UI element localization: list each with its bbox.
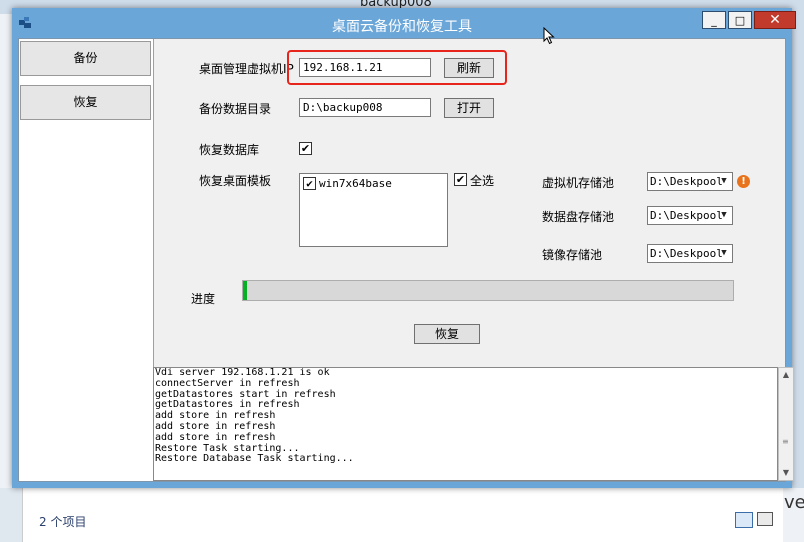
chevron-down-icon[interactable]: ▼ [717, 246, 731, 261]
vm-pool-label: 虚拟机存储池 [542, 176, 615, 190]
window-title: 桌面云备份和恢复工具 [332, 19, 472, 35]
log-scrollbar[interactable]: ▲ ≡ ▼ [778, 367, 794, 481]
image-pool-label: 镜像存储池 [542, 248, 603, 262]
details-view-icon[interactable] [735, 512, 753, 528]
background-status-bar: 2 个项目 [22, 488, 783, 542]
close-icon: ✕ [769, 12, 781, 28]
open-button[interactable]: 打开 [444, 98, 494, 118]
vm-ip-label: 桌面管理虚拟机IP [199, 62, 294, 76]
chevron-down-icon[interactable]: ▼ [717, 208, 731, 223]
log-line: connectServer in refresh [155, 377, 300, 389]
log-line: Restore Database Task starting... [155, 453, 354, 465]
progress-fill [243, 281, 247, 300]
template-item[interactable]: ✔ win7x64base [303, 177, 392, 190]
select-all-label: 全选 [470, 174, 495, 188]
restore-button[interactable]: 恢复 [414, 324, 480, 344]
title-bar[interactable]: 桌面云备份和恢复工具 _ □ ✕ [12, 8, 796, 38]
template-item-name: win7x64base [319, 177, 392, 190]
large-icons-view-icon[interactable] [757, 512, 773, 526]
backup-dir-label: 备份数据目录 [199, 102, 272, 116]
background-partial-text: ve [784, 492, 804, 513]
data-disk-pool-select[interactable]: D:\Deskpool ▼ [647, 206, 733, 225]
chevron-down-icon[interactable]: ▼ [717, 174, 731, 189]
highlight-box [287, 50, 507, 85]
image-pool-select[interactable]: D:\Deskpool ▼ [647, 244, 733, 263]
background-left-pane [0, 488, 22, 542]
scroll-thumb[interactable]: ≡ [782, 438, 790, 446]
nav-panel: 备份 恢复 [19, 39, 154, 481]
scroll-up-icon[interactable]: ▲ [779, 368, 793, 382]
data-disk-pool-label: 数据盘存储池 [542, 210, 615, 224]
minimize-button[interactable]: _ [702, 11, 726, 29]
backup-restore-tool-window: 桌面云备份和恢复工具 _ □ ✕ 备份 恢复 桌面管理虚拟机IP 192.168… [12, 8, 796, 488]
backup-nav-button[interactable]: 备份 [20, 41, 151, 76]
minimize-icon: _ [711, 13, 717, 27]
log-output[interactable]: Vdi server 192.168.1.21 is ok connectServ… [153, 367, 778, 481]
vm-pool-select[interactable]: D:\Deskpool ▼ [647, 172, 733, 191]
progress-bar [242, 280, 734, 301]
maximize-button[interactable]: □ [728, 11, 752, 29]
template-item-checkbox[interactable]: ✔ [303, 177, 316, 190]
maximize-icon: □ [734, 13, 746, 27]
data-disk-pool-value: D:\Deskpool [650, 209, 723, 222]
restore-nav-button[interactable]: 恢复 [20, 85, 151, 120]
backup-dir-input[interactable]: D:\backup008 [299, 98, 431, 117]
select-all-checkbox[interactable]: ✔ [454, 173, 467, 186]
window-client-area: 备份 恢复 桌面管理虚拟机IP 192.168.1.21 刷新 备份数据目录 D… [18, 38, 794, 482]
item-count-status: 2 个项目 [39, 515, 87, 529]
mouse-cursor-icon [543, 27, 555, 45]
warning-icon: ! [737, 175, 750, 188]
close-button[interactable]: ✕ [754, 11, 796, 29]
restore-db-label: 恢复数据库 [199, 143, 260, 157]
scroll-down-icon[interactable]: ▼ [779, 466, 793, 480]
restore-panel: 桌面管理虚拟机IP 192.168.1.21 刷新 备份数据目录 D:\back… [154, 39, 785, 367]
restore-template-label: 恢复桌面模板 [199, 174, 272, 188]
log-line: add store in refresh [155, 431, 276, 443]
vm-pool-value: D:\Deskpool [650, 175, 723, 188]
template-listbox[interactable]: ✔ win7x64base [299, 173, 448, 247]
image-pool-value: D:\Deskpool [650, 247, 723, 260]
restore-db-checkbox[interactable]: ✔ [299, 142, 312, 155]
progress-label: 进度 [191, 292, 216, 306]
